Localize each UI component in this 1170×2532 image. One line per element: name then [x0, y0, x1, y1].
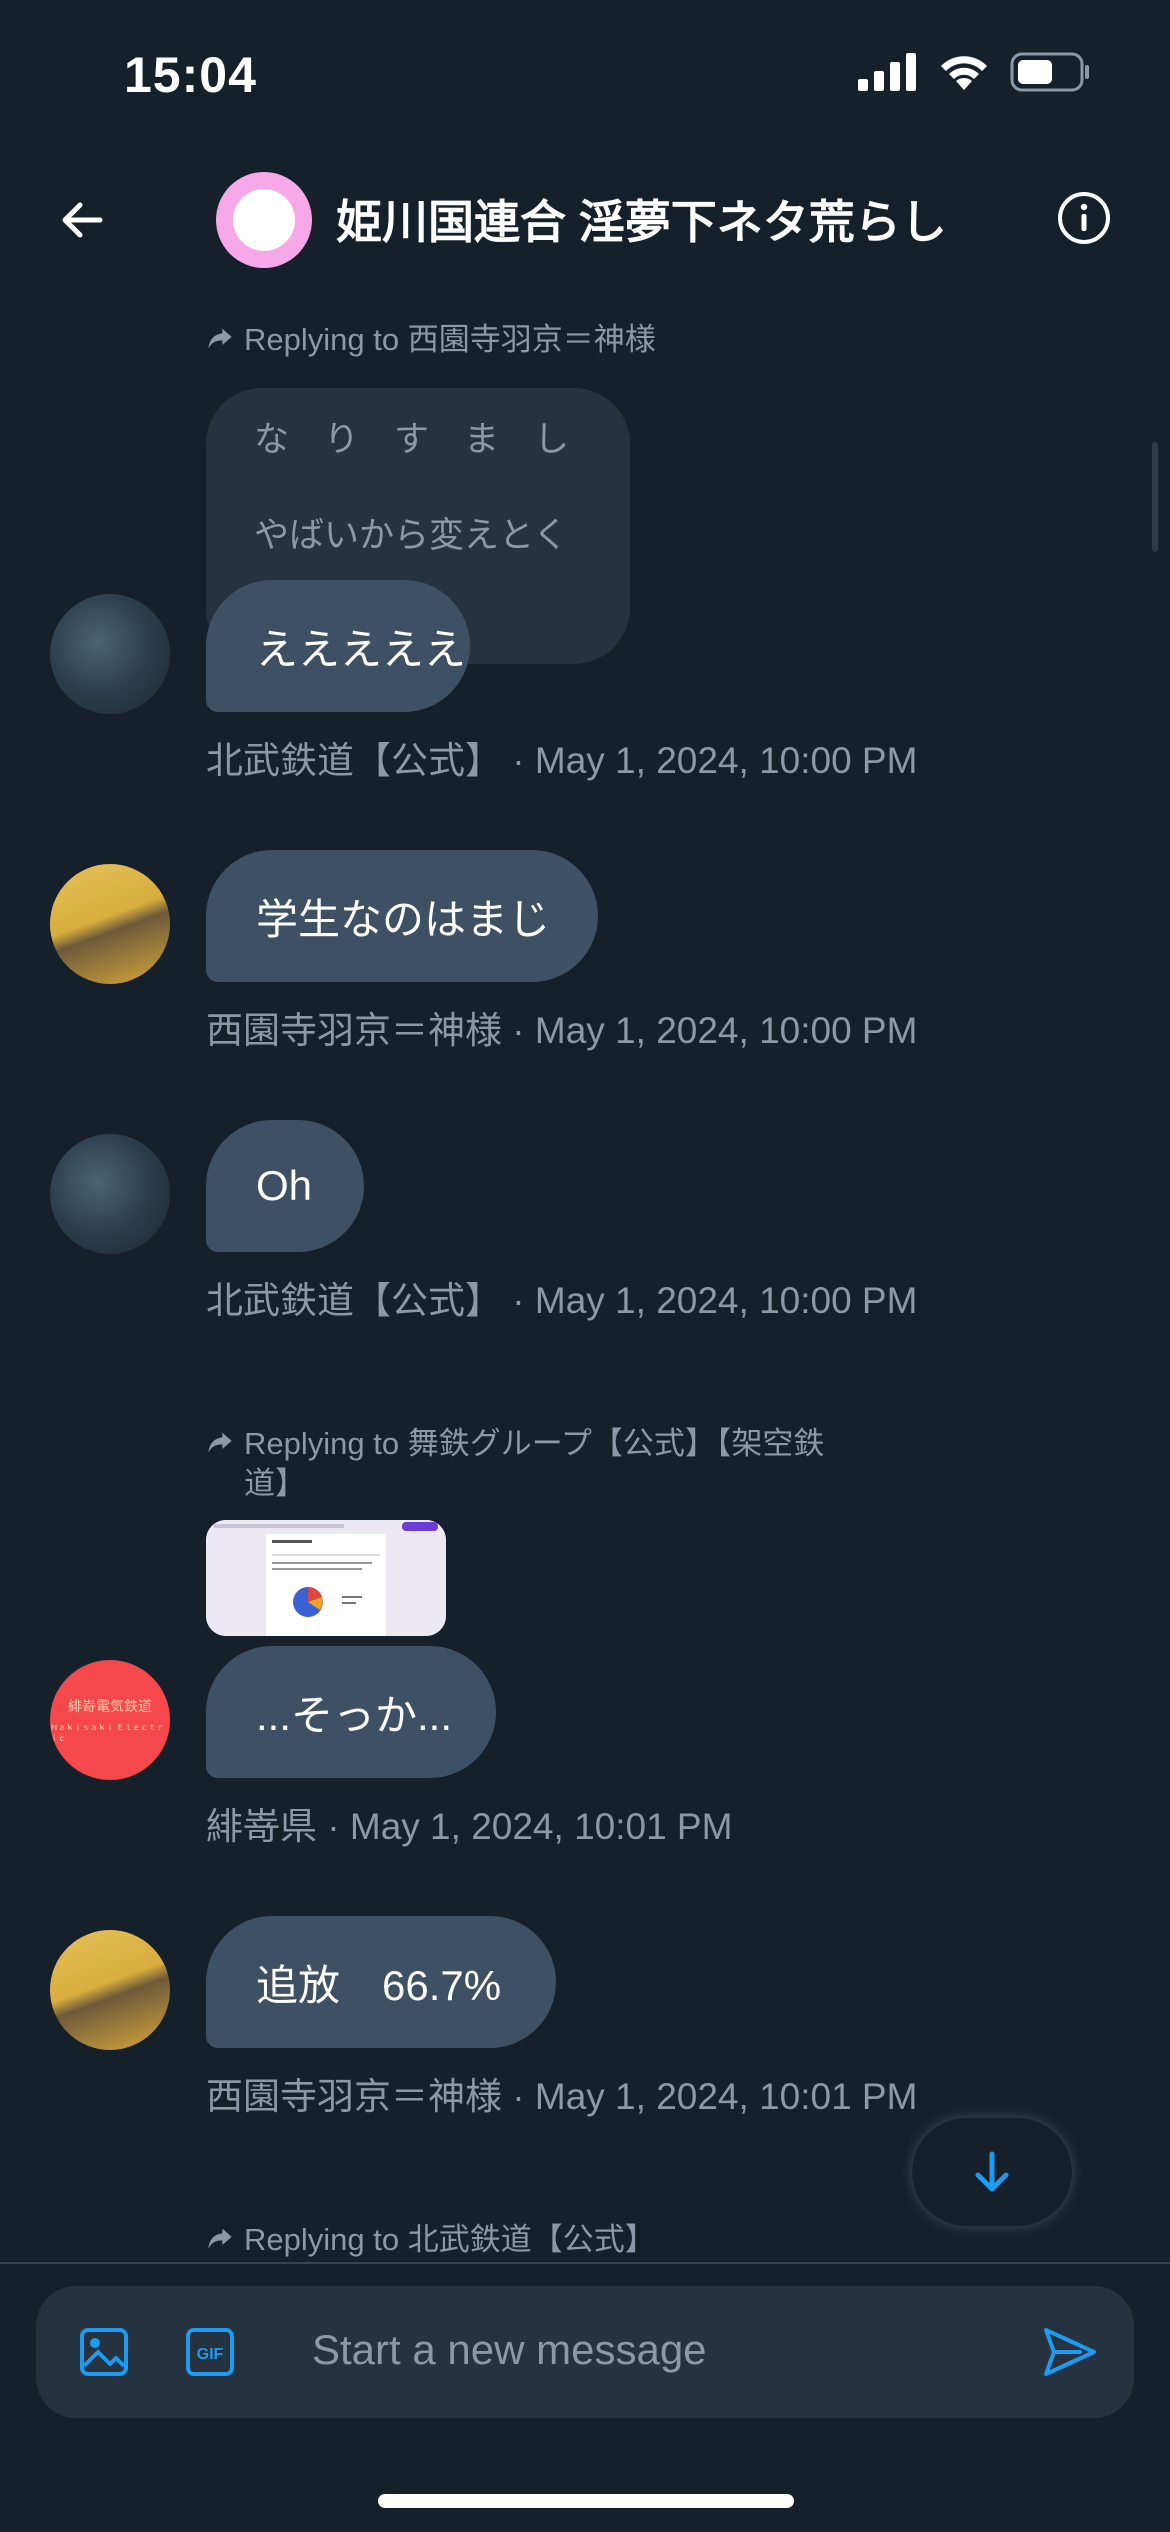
attachment-preview — [206, 1520, 446, 1636]
image-icon[interactable] — [78, 2326, 130, 2378]
message-input[interactable]: Start a new message — [312, 2326, 707, 2374]
group-avatar[interactable] — [216, 172, 312, 268]
message-meta: 緋嵜県 · May 1, 2024, 10:01 PM — [206, 1806, 733, 1847]
avatar[interactable]: 緋嵜電気鉄道 Ｈａｋｉｓａｋｉ Ｅｌｅｃｔｒｉｃ — [50, 1660, 170, 1780]
reply-arrow-icon — [208, 1432, 232, 1453]
quoted-line: な り す ま し — [254, 420, 570, 459]
reply-label: Replying to 舞鉄グループ【公式】【架空鉄 道】 — [244, 1426, 825, 1501]
message-meta: 北武鉄道【公式】 · May 1, 2024, 10:00 PM — [206, 740, 918, 781]
image-attachment[interactable] — [206, 1520, 446, 1636]
avatar-text: 緋嵜電気鉄道 — [68, 1698, 152, 1714]
info-icon[interactable] — [1054, 188, 1114, 248]
back-arrow-icon[interactable] — [52, 190, 112, 250]
conversation-header: 姫川国連合 淫夢下ネタ荒らし — [0, 140, 1170, 300]
composer-divider — [0, 2262, 1170, 2264]
gif-icon[interactable]: GIF — [184, 2326, 236, 2378]
gif-label: GIF — [197, 2346, 224, 2363]
avatar[interactable] — [50, 1134, 170, 1254]
signal-icon — [858, 53, 916, 91]
message-bubble[interactable]: 追放 66.7% — [206, 1916, 556, 2048]
reply-arrow-icon — [208, 2228, 232, 2249]
reply-label: Replying to 北武鉄道【公式】 — [244, 2222, 656, 2257]
send-icon[interactable] — [1040, 2322, 1100, 2382]
message-bubble[interactable]: Oh — [206, 1120, 364, 1252]
message-bubble[interactable]: 学生なのはまじ — [206, 850, 598, 982]
home-indicator[interactable] — [378, 2494, 794, 2508]
reply-arrow-icon — [208, 328, 232, 349]
avatar[interactable] — [50, 864, 170, 984]
avatar-subtext: Ｈａｋｉｓａｋｉ Ｅｌｅｃｔｒｉｃ — [50, 1723, 165, 1743]
reply-indicator: Replying to 北武鉄道【公式】 — [206, 2220, 656, 2260]
conversation-title[interactable]: 姫川国連合 淫夢下ネタ荒らし — [336, 186, 947, 252]
status-time: 15:04 — [124, 47, 257, 103]
message-meta: 西園寺羽京＝神様 · May 1, 2024, 10:00 PM — [206, 1010, 918, 1051]
wifi-icon — [941, 56, 987, 90]
reply-indicator: Replying to 舞鉄グループ【公式】【架空鉄 道】 — [206, 1424, 824, 1504]
arrow-down-icon — [975, 2151, 1009, 2192]
status-bar: 15:04 — [0, 0, 1170, 140]
reply-label: Replying to 西園寺羽京＝神様 — [244, 322, 656, 357]
avatar[interactable] — [50, 1930, 170, 2050]
battery-icon — [1010, 52, 1089, 92]
message-composer: GIF Start a new message — [36, 2286, 1134, 2418]
avatar[interactable] — [50, 594, 170, 714]
reply-indicator: Replying to 西園寺羽京＝神様 — [206, 320, 656, 360]
message-meta: 北武鉄道【公式】 · May 1, 2024, 10:00 PM — [206, 1280, 918, 1321]
message-bubble[interactable]: えええええ — [206, 580, 470, 712]
message-meta: 西園寺羽京＝神様 · May 1, 2024, 10:01 PM — [206, 2076, 918, 2117]
message-bubble[interactable]: ...そっか... — [206, 1646, 496, 1778]
scrollbar[interactable] — [1152, 442, 1158, 552]
scroll-to-bottom-button[interactable] — [912, 2118, 1072, 2226]
status-icons — [858, 52, 1090, 92]
